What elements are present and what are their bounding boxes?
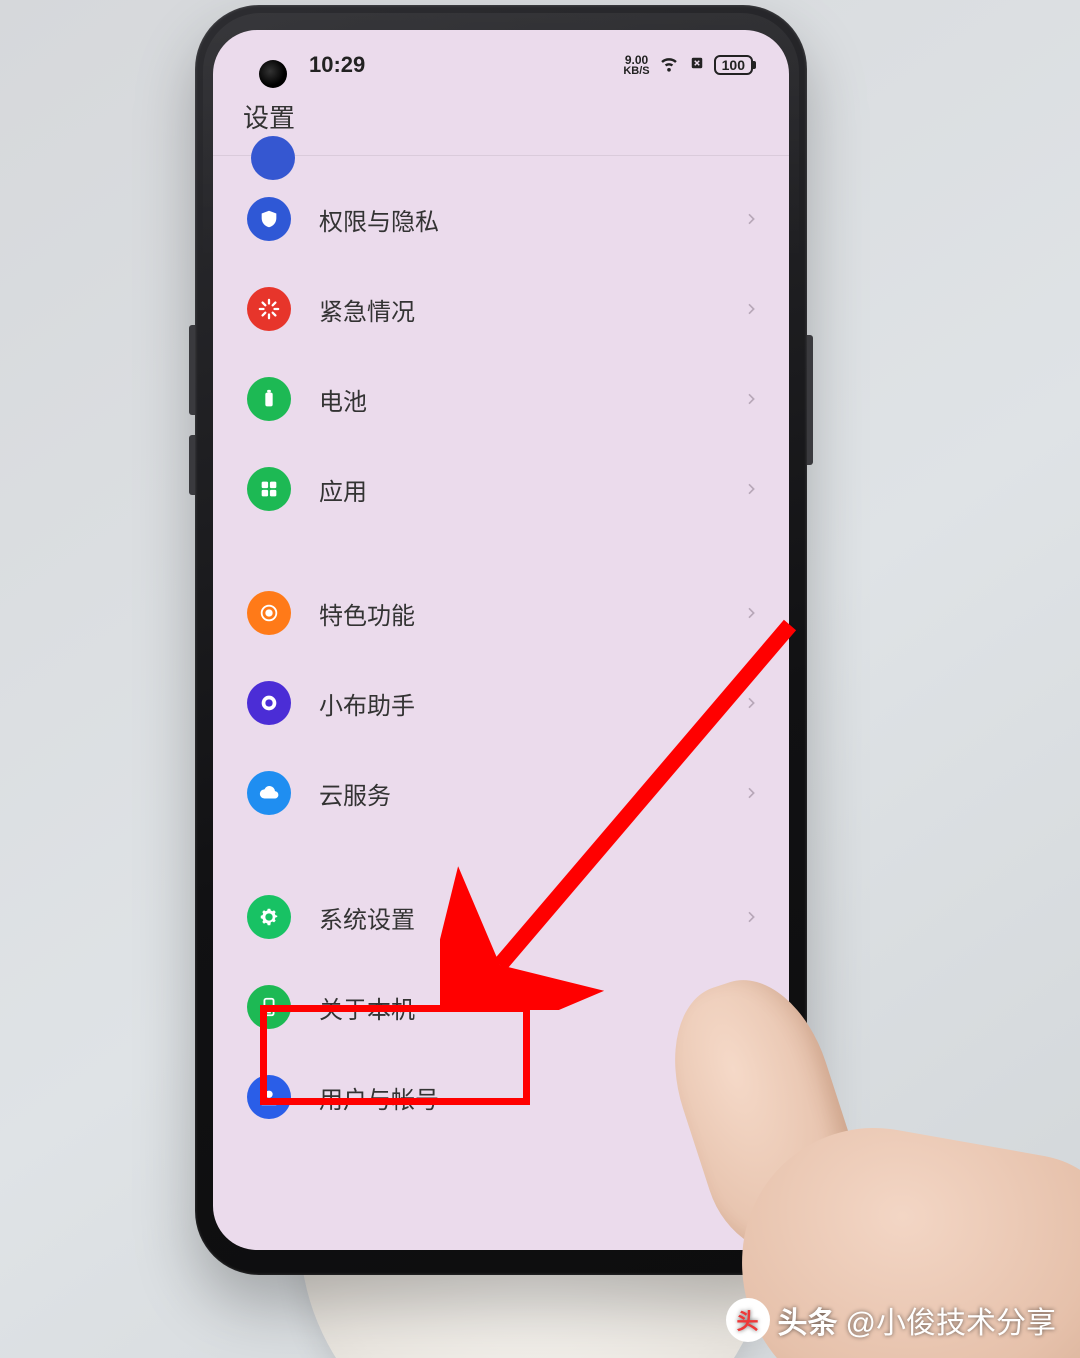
settings-item-emergency[interactable]: 紧急情况 (213, 264, 789, 354)
chevron-right-icon (743, 391, 759, 407)
volume-button-2 (189, 435, 195, 495)
settings-item-label: 特色功能 (319, 596, 743, 631)
settings-item-system[interactable]: 系统设置 (213, 872, 789, 962)
settings-item-privacy[interactable]: 权限与隐私 (213, 174, 789, 264)
partial-prev-item (213, 156, 789, 174)
mute-icon (688, 52, 706, 78)
status-bar: 10:29 9.00 KB/S 100 (213, 30, 789, 96)
settings-item-features[interactable]: 特色功能 (213, 568, 789, 658)
chevron-right-icon (743, 999, 759, 1015)
power-button (807, 335, 813, 465)
chevron-right-icon (743, 1089, 759, 1105)
status-time: 10:29 (309, 52, 365, 78)
watermark-author: @小俊技术分享 (846, 1298, 1056, 1342)
battery-indicator: 100 (714, 55, 753, 75)
settings-item-cloud[interactable]: 云服务 (213, 748, 789, 838)
settings-item-account[interactable]: 用户与帐号 (213, 1052, 789, 1142)
settings-item-label: 权限与隐私 (319, 202, 743, 237)
features-icon (247, 591, 291, 635)
front-camera-hole (259, 60, 287, 88)
chevron-right-icon (743, 301, 759, 317)
settings-item-label: 关于本机 (319, 990, 743, 1025)
phone-screen: 10:29 9.00 KB/S 100 设置 (213, 30, 789, 1250)
page-title: 设置 (213, 96, 789, 156)
chevron-right-icon (743, 909, 759, 925)
assistant-icon (247, 681, 291, 725)
chevron-right-icon (743, 481, 759, 497)
network-speed: 9.00 KB/S (623, 54, 649, 77)
settings-item-label: 系统设置 (319, 900, 743, 935)
watermark: 头 头条 @小俊技术分享 (726, 1298, 1056, 1342)
watermark-logo: 头 (726, 1298, 770, 1342)
settings-item-label: 电池 (319, 382, 743, 417)
battery-icon (247, 377, 291, 421)
chevron-right-icon (743, 211, 759, 227)
settings-item-label: 云服务 (319, 776, 743, 811)
settings-item-battery[interactable]: 电池 (213, 354, 789, 444)
watermark-brand: 头条 (778, 1298, 838, 1342)
emergency-icon (247, 287, 291, 331)
phone-icon (247, 985, 291, 1029)
settings-item-assistant[interactable]: 小布助手 (213, 658, 789, 748)
chevron-right-icon (743, 605, 759, 621)
apps-icon (247, 467, 291, 511)
cloud-icon (247, 771, 291, 815)
stage: 10:29 9.00 KB/S 100 设置 (0, 0, 1080, 1358)
settings-item-apps[interactable]: 应用 (213, 444, 789, 534)
user-icon (247, 1075, 291, 1119)
volume-button (189, 325, 195, 415)
chevron-right-icon (743, 695, 759, 711)
phone-body: 10:29 9.00 KB/S 100 设置 (195, 5, 807, 1275)
wifi-icon (658, 51, 680, 79)
settings-item-label: 应用 (319, 472, 743, 507)
chevron-right-icon (743, 785, 759, 801)
gear-icon (247, 895, 291, 939)
settings-item-label: 小布助手 (319, 686, 743, 721)
privacy-icon (247, 197, 291, 241)
settings-item-about[interactable]: 关于本机 (213, 962, 789, 1052)
settings-item-label: 用户与帐号 (319, 1080, 743, 1115)
settings-item-label: 紧急情况 (319, 292, 743, 327)
settings-list: 权限与隐私 紧急情况 电池 (213, 174, 789, 1142)
